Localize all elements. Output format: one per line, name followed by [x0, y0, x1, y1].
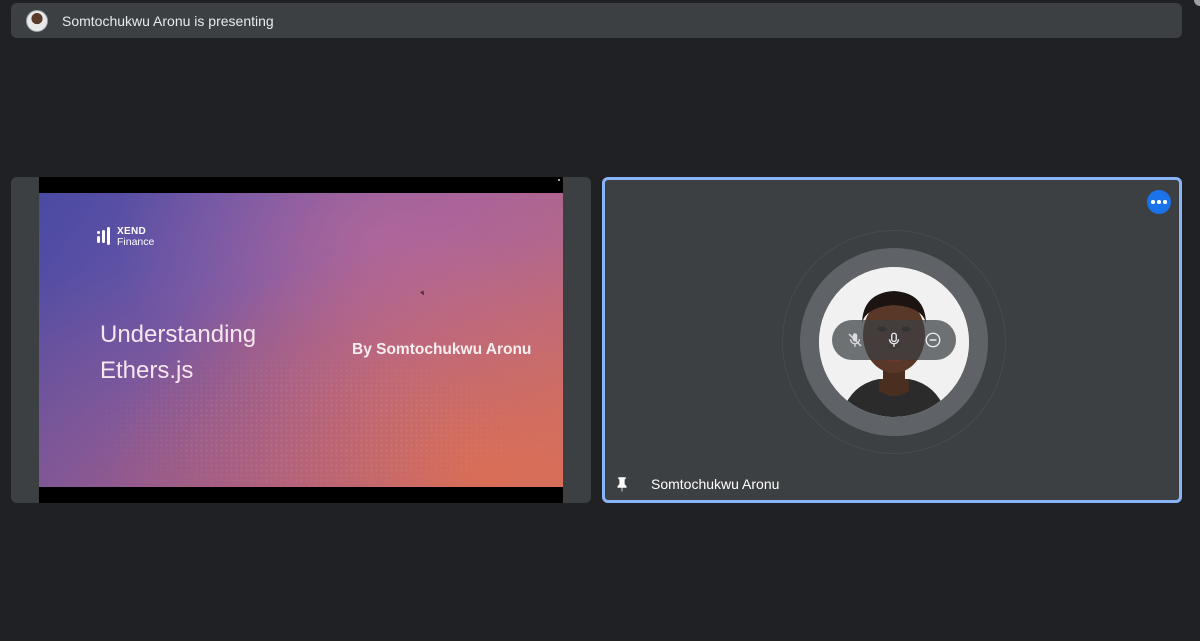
remove-button[interactable]: [918, 325, 948, 355]
participant-name-row: Somtochukwu Aronu: [613, 474, 779, 494]
window-corner: [1194, 0, 1200, 6]
participant-controls: [832, 320, 956, 360]
mute-button[interactable]: [840, 325, 870, 355]
screen-corner-dot: [558, 179, 560, 181]
presenting-text: Somtochukwu Aronu is presenting: [62, 12, 274, 29]
presentation-tile[interactable]: XEND Finance Understanding Ethers.js By …: [11, 177, 591, 503]
slide-title: Understanding Ethers.js: [100, 321, 257, 384]
participant-tile[interactable]: Somtochukwu Aronu: [602, 177, 1182, 503]
presenting-banner: Somtochukwu Aronu is presenting: [11, 3, 1182, 38]
more-options-button[interactable]: [1147, 190, 1171, 214]
slide: XEND Finance Understanding Ethers.js By …: [39, 193, 563, 487]
presenter-avatar: [26, 9, 48, 32]
logo-line2: Finance: [117, 236, 155, 248]
remove-icon: [925, 332, 941, 348]
xend-finance-logo: XEND Finance: [97, 226, 154, 248]
mic-off-icon: [848, 333, 862, 347]
shared-screen: XEND Finance Understanding Ethers.js By …: [39, 177, 563, 503]
participant-name: Somtochukwu Aronu: [651, 476, 780, 492]
more-options-icon: [1151, 200, 1155, 204]
mouse-cursor-icon: [420, 290, 426, 297]
mic-icon: [888, 332, 900, 347]
mic-indicator: [879, 325, 909, 355]
xend-logo-icon: [97, 227, 113, 247]
slide-author: By Somtochukwu Aronu: [352, 341, 532, 358]
pin-icon[interactable]: [613, 474, 631, 494]
